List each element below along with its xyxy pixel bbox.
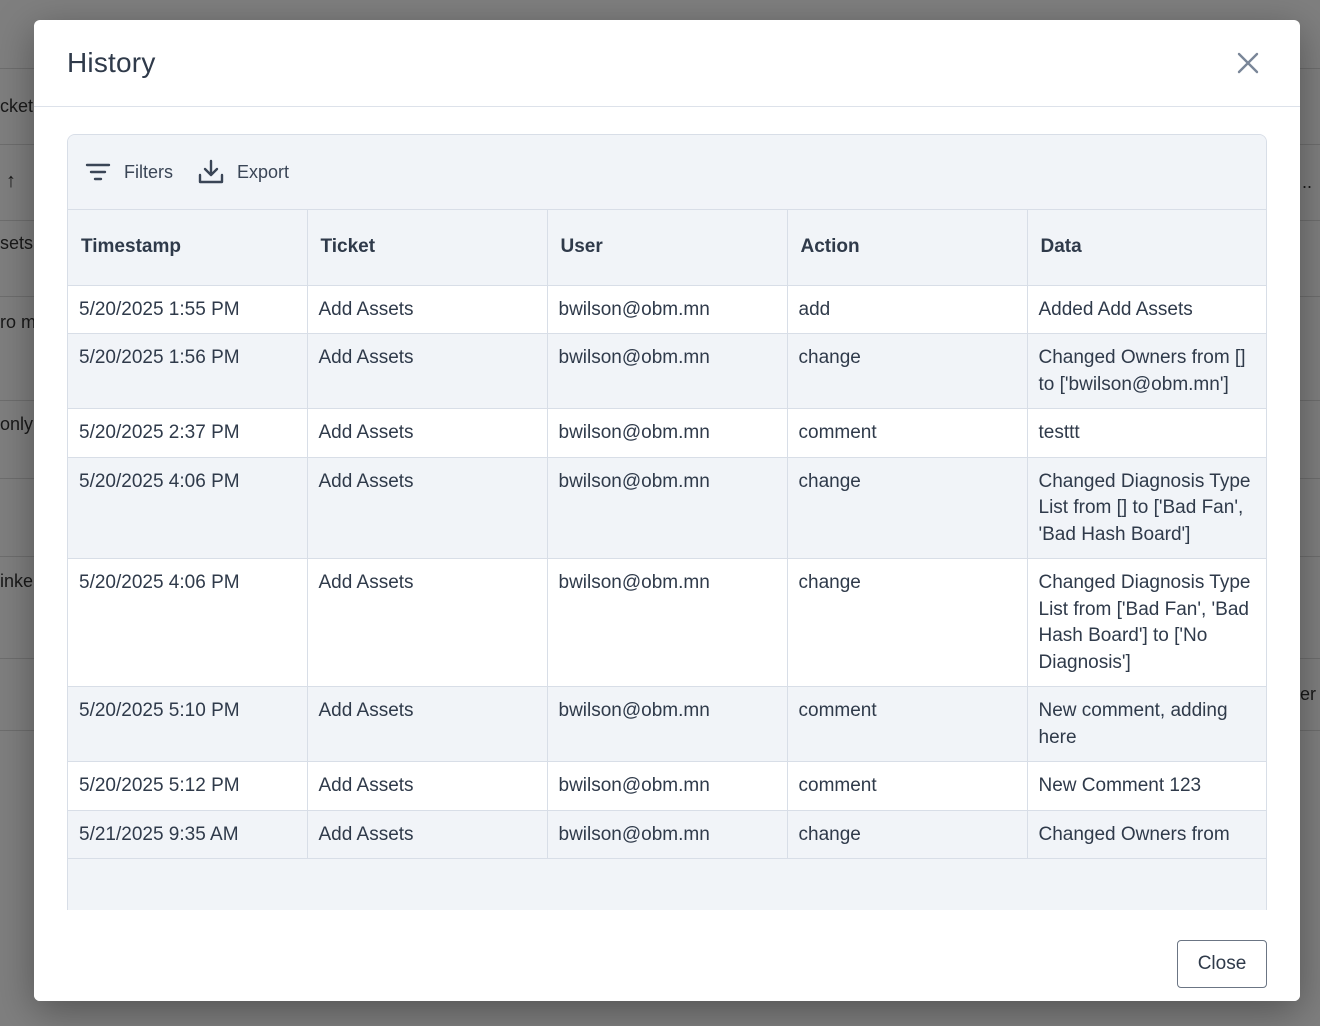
cell-data: Changed Diagnosis Type List from [] to [… [1027, 457, 1266, 559]
export-label: Export [237, 161, 290, 182]
cell-action: add [787, 285, 1028, 334]
table-row[interactable]: 5/20/2025 1:56 PM Add Assets bwilson@obm… [68, 333, 1266, 409]
cell-ticket: Add Assets [307, 408, 548, 458]
cell-timestamp: 5/21/2025 9:35 AM [68, 810, 308, 859]
grid-toolbar: Filters Export [68, 135, 1266, 210]
column-header-ticket[interactable]: Ticket [307, 210, 548, 286]
cell-ticket: Add Assets [307, 333, 548, 409]
column-header-data[interactable]: Data [1027, 210, 1266, 286]
export-button[interactable]: Export [197, 158, 289, 186]
cell-action: change [787, 333, 1028, 409]
cell-data: New comment, adding here [1027, 686, 1266, 762]
cell-action: comment [787, 686, 1028, 762]
cell-user: bwilson@obm.mn [547, 761, 788, 811]
table-row[interactable]: 5/20/2025 4:06 PM Add Assets bwilson@obm… [68, 457, 1266, 559]
cell-ticket: Add Assets [307, 761, 548, 811]
cell-user: bwilson@obm.mn [547, 810, 788, 859]
table-row[interactable]: 5/20/2025 2:37 PM Add Assets bwilson@obm… [68, 408, 1266, 458]
table-row[interactable]: 5/20/2025 1:55 PM Add Assets bwilson@obm… [68, 285, 1266, 334]
history-grid: Filters Export Timestamp Ticket User Act… [67, 134, 1267, 910]
cell-data: Added Add Assets [1027, 285, 1266, 334]
column-header-action[interactable]: Action [787, 210, 1028, 286]
cell-user: bwilson@obm.mn [547, 686, 788, 762]
cell-ticket: Add Assets [307, 285, 548, 334]
cell-data: Changed Owners from [] to ['bwilson@obm.… [1027, 333, 1266, 409]
cell-data: New Comment 123 [1027, 761, 1266, 811]
cell-timestamp: 5/20/2025 4:06 PM [68, 457, 308, 559]
cell-ticket: Add Assets [307, 558, 548, 687]
cell-action: change [787, 457, 1028, 559]
filters-label: Filters [124, 161, 173, 182]
table-row[interactable]: 5/20/2025 5:12 PM Add Assets bwilson@obm… [68, 761, 1266, 811]
modal-footer: Close [34, 910, 1300, 1001]
cell-action: change [787, 810, 1028, 859]
close-button[interactable]: Close [1177, 940, 1267, 988]
history-modal: History Filters Export Timestamp Ticket … [34, 20, 1300, 1001]
cell-timestamp: 5/20/2025 1:55 PM [68, 285, 308, 334]
cell-user: bwilson@obm.mn [547, 408, 788, 458]
header-row: Timestamp Ticket User Action Data [68, 210, 1266, 286]
table-row[interactable]: 5/20/2025 4:06 PM Add Assets bwilson@obm… [68, 558, 1266, 687]
cell-timestamp: 5/20/2025 1:56 PM [68, 333, 308, 409]
cell-user: bwilson@obm.mn [547, 333, 788, 409]
column-header-timestamp[interactable]: Timestamp [68, 210, 308, 286]
modal-header: History [34, 20, 1300, 107]
filter-icon [85, 163, 111, 181]
filters-button[interactable]: Filters [84, 160, 173, 184]
cell-timestamp: 5/20/2025 5:12 PM [68, 761, 308, 811]
history-table: Timestamp Ticket User Action Data 5/20/2… [68, 210, 1266, 859]
cell-data: Changed Diagnosis Type List from ['Bad F… [1027, 558, 1266, 687]
column-header-user[interactable]: User [547, 210, 788, 286]
cell-action: comment [787, 408, 1028, 458]
close-icon[interactable] [1232, 47, 1264, 79]
table-row[interactable]: 5/20/2025 5:10 PM Add Assets bwilson@obm… [68, 686, 1266, 762]
cell-data: testtt [1027, 408, 1266, 458]
cell-timestamp: 5/20/2025 4:06 PM [68, 558, 308, 687]
cell-timestamp: 5/20/2025 2:37 PM [68, 408, 308, 458]
cell-user: bwilson@obm.mn [547, 285, 788, 334]
cell-timestamp: 5/20/2025 5:10 PM [68, 686, 308, 762]
cell-action: comment [787, 761, 1028, 811]
download-icon [198, 159, 224, 184]
modal-title: History [67, 47, 156, 78]
cell-ticket: Add Assets [307, 457, 548, 559]
cell-user: bwilson@obm.mn [547, 558, 788, 687]
cell-user: bwilson@obm.mn [547, 457, 788, 559]
cell-ticket: Add Assets [307, 810, 548, 859]
cell-action: change [787, 558, 1028, 687]
table-row[interactable]: 5/21/2025 9:35 AM Add Assets bwilson@obm… [68, 810, 1266, 859]
cell-ticket: Add Assets [307, 686, 548, 762]
cell-data: Changed Owners from [1027, 810, 1266, 859]
